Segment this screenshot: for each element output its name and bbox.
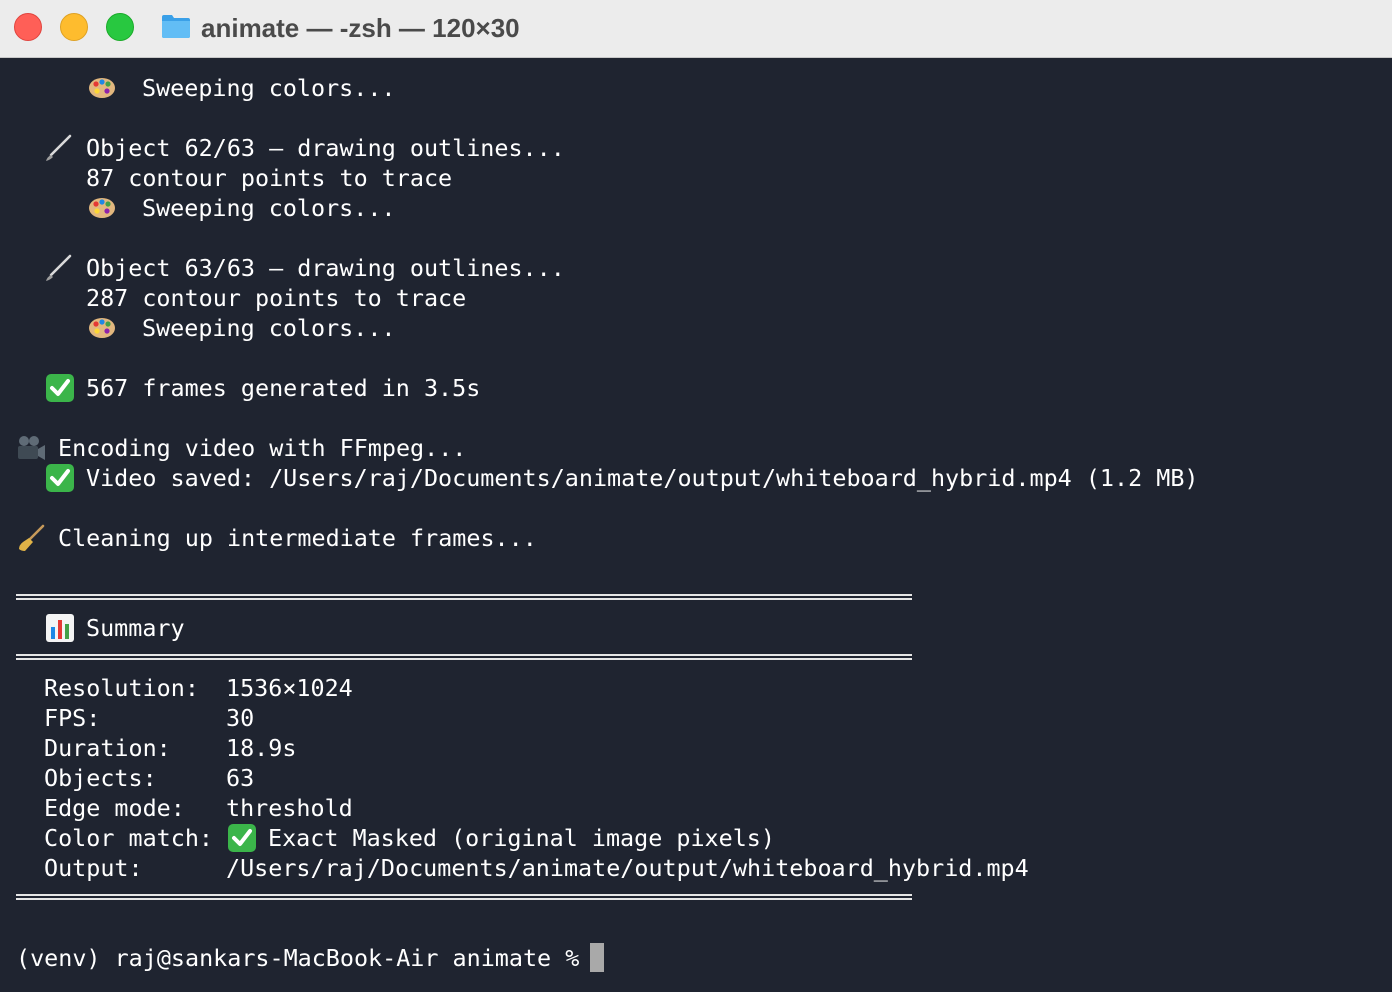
- summary-label: FPS:: [44, 704, 101, 732]
- terminal-window: animate — -zsh — 120×30 Sweeping colors.…: [0, 0, 1392, 992]
- palette-icon: [87, 73, 117, 103]
- movie-camera-icon: [16, 433, 46, 463]
- summary-label: Resolution:: [44, 674, 199, 702]
- check-mark-icon: [227, 823, 257, 853]
- title-bar[interactable]: animate — -zsh — 120×30: [0, 0, 1392, 58]
- palette-icon: [87, 193, 117, 223]
- paintbrush-icon: [44, 133, 74, 163]
- bar-chart-icon: [45, 613, 75, 643]
- broom-icon: [16, 523, 46, 553]
- text-cursor[interactable]: [590, 943, 604, 972]
- summary-label: Duration:: [44, 734, 171, 762]
- output-line: Encoding video with FFmpeg...: [58, 434, 467, 462]
- separator-rule: [16, 893, 912, 901]
- check-mark-icon: [45, 373, 75, 403]
- window-title: animate — -zsh — 120×30: [201, 13, 520, 43]
- shell-prompt: (venv) raj@sankars-MacBook-Air animate %: [16, 944, 594, 972]
- palette-icon: [87, 313, 117, 343]
- summary-value: 30: [226, 704, 255, 732]
- summary-value: 18.9s: [226, 734, 297, 762]
- output-line: Object 63/63 — drawing outlines...: [86, 254, 565, 282]
- summary-value: /Users/raj/Documents/animate/output/whit…: [226, 854, 1029, 882]
- close-button[interactable]: [14, 13, 42, 41]
- check-mark-icon: [45, 463, 75, 493]
- output-line: Sweeping colors...: [142, 74, 396, 102]
- summary-label: Objects:: [44, 764, 157, 792]
- separator-rule: [16, 653, 912, 661]
- summary-value: 63: [226, 764, 255, 792]
- summary-label: Color match:: [44, 824, 213, 852]
- minimize-button[interactable]: [60, 13, 88, 41]
- summary-value: threshold: [226, 794, 353, 822]
- summary-value: Exact Masked (original image pixels): [268, 824, 775, 852]
- output-line: 287 contour points to trace: [86, 284, 467, 312]
- folder-icon: [161, 13, 191, 39]
- separator-rule: [16, 593, 912, 601]
- output-line: Sweeping colors...: [142, 314, 396, 342]
- paintbrush-icon: [44, 253, 74, 283]
- summary-label: Edge mode:: [44, 794, 185, 822]
- summary-heading: Summary: [86, 614, 185, 642]
- summary-value: 1536×1024: [226, 674, 353, 702]
- terminal-content[interactable]: Sweeping colors... Object 62/63 — drawin…: [0, 59, 1392, 992]
- output-line: Sweeping colors...: [142, 194, 396, 222]
- summary-label: Output:: [44, 854, 143, 882]
- output-line: 87 contour points to trace: [86, 164, 453, 192]
- output-line: Cleaning up intermediate frames...: [58, 524, 537, 552]
- output-line: Object 62/63 — drawing outlines...: [86, 134, 565, 162]
- output-line: 567 frames generated in 3.5s: [86, 374, 481, 402]
- output-line: Video saved: /Users/raj/Documents/animat…: [86, 464, 1199, 492]
- zoom-button[interactable]: [106, 13, 134, 41]
